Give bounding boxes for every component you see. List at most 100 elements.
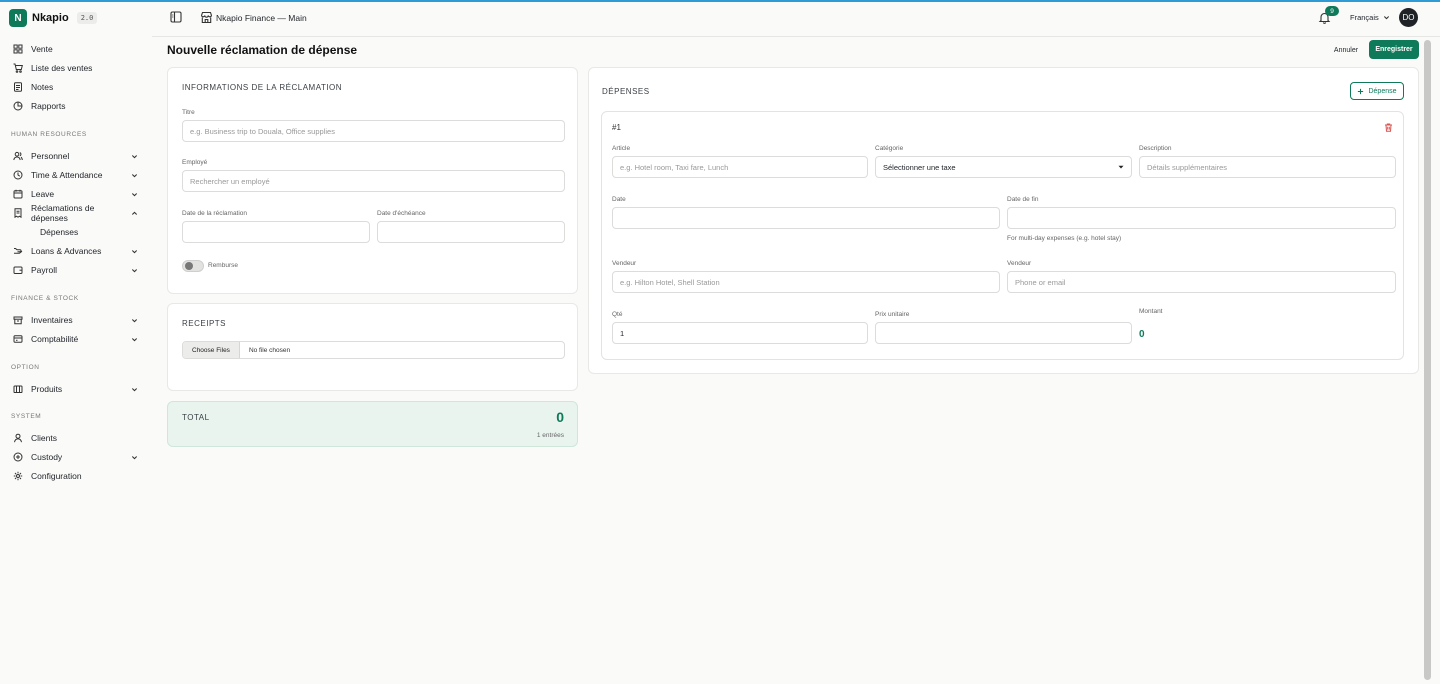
description-input[interactable]: Détails supplémentaires <box>1139 156 1396 178</box>
sidebar-item-reclamations[interactable]: Réclamations de dépenses <box>9 203 139 223</box>
chevron-down-icon <box>131 171 139 179</box>
titre-label: Titre <box>182 109 195 116</box>
add-expense-label: Dépense <box>1368 87 1397 95</box>
package-icon <box>13 384 23 394</box>
end-date-hint: For multi-day expenses (e.g. hotel stay) <box>1007 235 1122 242</box>
sidebar-item-label: Réclamations de dépenses <box>31 203 95 223</box>
sidebar-item-clients[interactable]: Clients <box>9 429 139 447</box>
sidebar-item-label: Inventaires <box>31 315 73 325</box>
end-date-input[interactable] <box>1007 207 1396 229</box>
article-label: Article <box>612 145 631 152</box>
end-date-label: Date de fin <box>1007 196 1039 203</box>
sidebar-item-label: Custody <box>31 452 63 462</box>
avatar[interactable]: DO <box>1399 8 1418 27</box>
expense-date-label: Date <box>612 196 626 203</box>
due-date-label: Date d'échéance <box>377 210 426 217</box>
claim-info-card: INFORMATIONS DE LA RÉCLAMATION Titre e.g… <box>167 67 578 294</box>
page-title: Nouvelle réclamation de dépense <box>167 43 358 57</box>
claim-date-label: Date de la réclamation <box>182 210 248 217</box>
vendor-input[interactable]: e.g. Hilton Hotel, Shell Station <box>612 271 1000 293</box>
chevron-down-icon <box>131 190 139 198</box>
receipts-card: RECEIPTS Choose Files No file chosen <box>167 303 578 391</box>
employe-search-input[interactable]: Rechercher un employé <box>182 170 565 192</box>
expenses-title: DÉPENSES <box>602 87 650 96</box>
add-expense-button[interactable]: Dépense <box>1350 82 1404 100</box>
workspace-title[interactable]: Nkapio Finance — Main <box>216 13 307 23</box>
caret-down-icon <box>1118 165 1124 169</box>
sidebar-item-label: Payroll <box>31 265 57 275</box>
article-input[interactable]: e.g. Hotel room, Taxi fare, Lunch <box>612 156 868 178</box>
sidebar-item-custody[interactable]: Custody <box>9 448 139 466</box>
sidebar-item-vente[interactable]: Vente <box>9 40 139 58</box>
chevron-down-icon <box>131 385 139 393</box>
receipts-title: RECEIPTS <box>182 319 227 328</box>
version-badge: 2.0 <box>76 12 98 24</box>
sidebar-item-produits[interactable]: Produits <box>9 380 139 398</box>
plus-icon <box>1358 88 1364 94</box>
sidebar-item-payroll[interactable]: Payroll <box>9 261 139 279</box>
sidebar-item-label: Rapports <box>31 101 66 111</box>
vendor-contact-input[interactable]: Phone or email <box>1007 271 1396 293</box>
sidebar-item-label: Time & Attendance <box>31 170 103 180</box>
language-selector[interactable]: Français <box>1350 13 1390 22</box>
receipt-icon <box>13 208 23 218</box>
titre-input[interactable]: e.g. Business trip to Douala, Office sup… <box>182 120 565 142</box>
chevron-down-icon <box>131 266 139 274</box>
bank-icon <box>13 334 23 344</box>
sidebar-item-notes[interactable]: Notes <box>9 78 139 96</box>
qty-input[interactable]: 1 <box>612 322 868 344</box>
save-button[interactable]: Enregistrer <box>1369 40 1419 59</box>
sidebar-item-leave[interactable]: Leave <box>9 185 139 203</box>
sidebar-toggle-icon[interactable] <box>170 11 182 23</box>
trash-icon[interactable] <box>1384 123 1393 132</box>
sidebar-item-label: Liste des ventes <box>31 63 93 73</box>
receipts-file-input[interactable]: Choose Files No file chosen <box>182 341 565 359</box>
brand[interactable]: N Nkapio 2.0 <box>9 9 98 27</box>
sidebar-item-configuration[interactable]: Configuration <box>9 467 139 485</box>
vendor-label: Vendeur <box>612 260 637 267</box>
chevron-down-icon <box>131 335 139 343</box>
description-label: Description <box>1139 145 1172 152</box>
amount-value: 0 <box>1139 329 1145 340</box>
notification-badge: 9 <box>1325 6 1339 16</box>
sidebar-item-label: Notes <box>31 82 54 92</box>
chevron-down-icon <box>131 453 139 461</box>
sidebar-item-label: Produits <box>31 384 63 394</box>
sidebar-item-liste-ventes[interactable]: Liste des ventes <box>9 59 139 77</box>
wallet-icon <box>13 265 23 275</box>
chevron-down-icon <box>1383 16 1389 20</box>
reimbursed-toggle[interactable] <box>182 260 204 272</box>
total-label: TOTAL <box>182 413 210 422</box>
sidebar-item-label: Configuration <box>31 471 82 481</box>
sidebar-item-personnel[interactable]: Personnel <box>9 147 139 165</box>
total-entries: 1 entrées <box>536 432 564 439</box>
section-human-resources: HUMAN RESOURCES <box>11 131 87 138</box>
choose-files-button[interactable]: Choose Files <box>183 342 240 358</box>
due-date-input[interactable] <box>377 221 565 243</box>
section-option: OPTION <box>11 364 40 371</box>
claim-date-input[interactable] <box>182 221 370 243</box>
sidebar-subitem-depenses[interactable]: Dépenses <box>40 227 78 237</box>
sidebar-item-loans[interactable]: Loans & Advances <box>9 242 139 260</box>
sidebar-item-label: Clients <box>31 433 57 443</box>
sidebar-item-comptabilite[interactable]: Comptabilité <box>9 330 139 348</box>
gear-icon <box>13 471 23 481</box>
expense-date-input[interactable] <box>612 207 1000 229</box>
brand-logo: N <box>9 9 27 27</box>
cancel-button[interactable]: Annuler <box>1326 42 1366 58</box>
unit-price-input[interactable] <box>875 322 1132 344</box>
language-label: Français <box>1350 13 1379 22</box>
sidebar-item-label: Comptabilité <box>31 334 79 344</box>
chevron-down-icon <box>131 316 139 324</box>
category-select[interactable]: Sélectionner une taxe <box>875 156 1132 178</box>
vendor-contact-label: Vendeur <box>1007 260 1032 267</box>
page-scrollbar[interactable] <box>1424 40 1431 680</box>
money-icon <box>13 246 23 256</box>
sidebar-item-rapports[interactable]: Rapports <box>9 97 139 115</box>
shield-icon <box>13 452 23 462</box>
sidebar-item-inventaires[interactable]: Inventaires <box>9 311 139 329</box>
sidebar-item-time-attendance[interactable]: Time & Attendance <box>9 166 139 184</box>
unit-price-label: Prix unitaire <box>875 311 910 318</box>
top-header: Nkapio Finance — Main 9 Français DO <box>152 2 1440 37</box>
sidebar-item-label: Personnel <box>31 151 70 161</box>
